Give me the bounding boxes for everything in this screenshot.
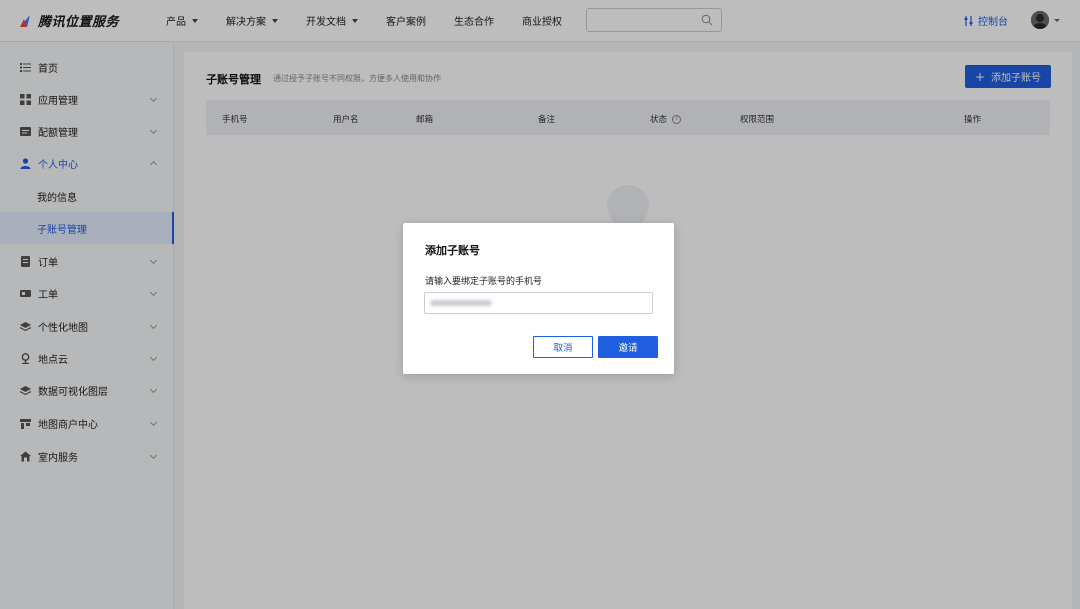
add-subaccount-dialog: 添加子账号 请输入要绑定子账号的手机号 取消 邀请 bbox=[403, 223, 674, 374]
redacted-phone-value bbox=[430, 300, 492, 306]
phone-field-label: 请输入要绑定子账号的手机号 bbox=[425, 277, 543, 287]
invite-button[interactable]: 邀请 bbox=[598, 336, 658, 358]
cancel-button[interactable]: 取消 bbox=[533, 336, 593, 358]
dialog-title: 添加子账号 bbox=[425, 244, 480, 257]
